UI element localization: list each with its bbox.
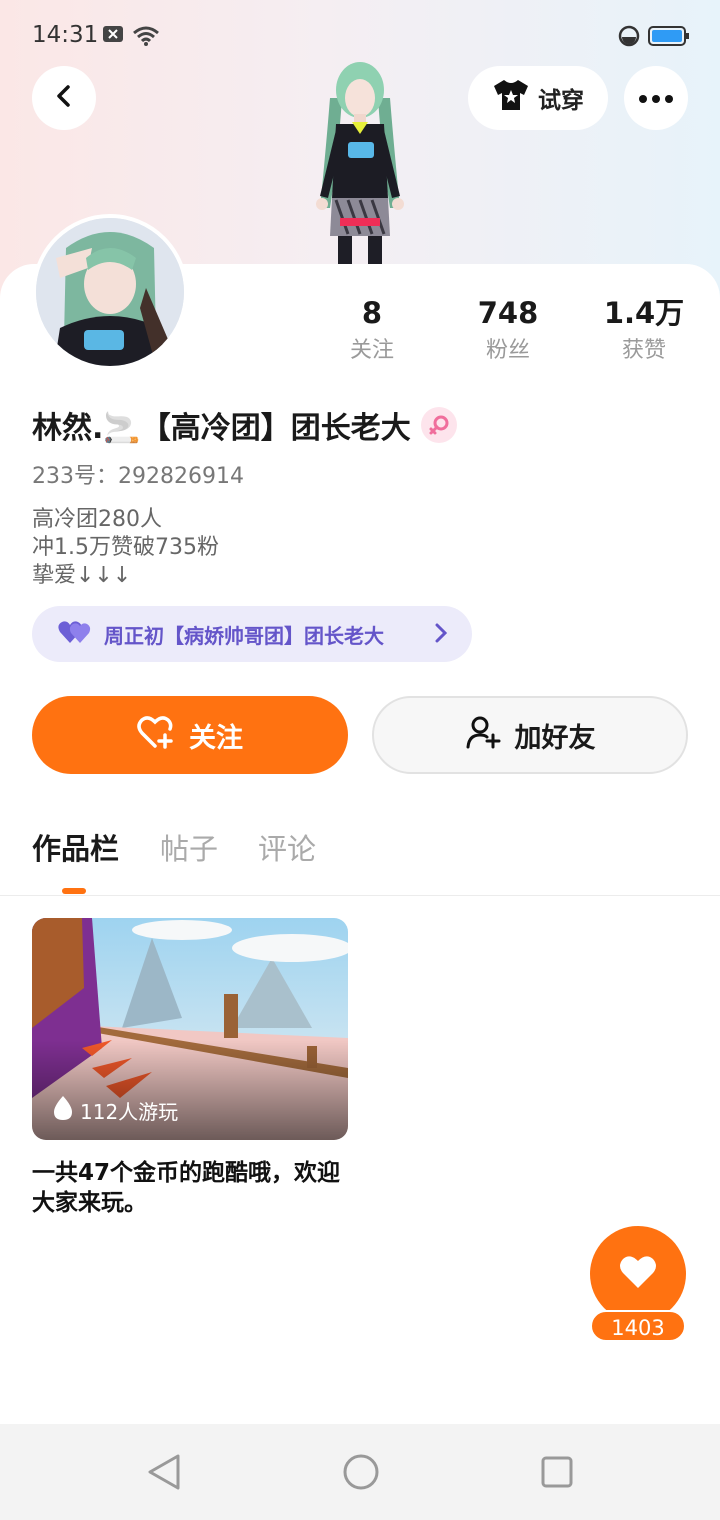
work-title: 一共47个金币的跑酷哦，欢迎大家来玩。 [32, 1160, 341, 1216]
profile-name: 林然.🚬【高冷团】团长老大 [32, 411, 411, 446]
soulmate-link[interactable]: 周正初【病娇帅哥团】团长老大 [32, 606, 472, 662]
stat-label: 粉丝 [485, 338, 530, 363]
follow-label: 关注 [189, 722, 243, 754]
nav-recents-icon[interactable] [540, 1452, 574, 1496]
back-button[interactable] [32, 66, 96, 130]
bio-line: 挚爱↓↓↓ [32, 563, 132, 588]
nav-back-icon[interactable] [146, 1452, 182, 1496]
try-on-label: 试穿 [538, 88, 584, 114]
female-gender-icon [420, 407, 457, 443]
soulmate-text: 周正初【病娇帅哥团】团长老大 [104, 623, 384, 648]
add-friend-button[interactable]: 加好友 [372, 696, 688, 774]
status-time: 14:31 [32, 22, 99, 48]
profile-stats: 8 关注 748 粉丝 1.4万 获赞 [0, 296, 720, 376]
tab-works[interactable]: 作品栏 [32, 826, 119, 868]
nav-home-icon[interactable] [342, 1452, 380, 1496]
content-tabs: 作品栏 帖子 评论 [0, 826, 720, 896]
tab-comments[interactable]: 评论 [258, 826, 316, 868]
play-count: 112人游玩 [52, 1095, 178, 1126]
stat-value: 8 [361, 296, 383, 330]
add-user-icon [465, 715, 501, 756]
work-thumbnail[interactable]: 112人游玩 [32, 918, 348, 1140]
stat-label: 获赞 [621, 338, 666, 363]
stat-value: 748 [477, 296, 539, 330]
notification-icon [102, 25, 124, 47]
bio: 高冷团280人 冲1.5万赞破735粉 挚爱↓↓↓ [32, 506, 219, 590]
tshirt-icon [492, 78, 530, 118]
user-id: 233号：292826914 [32, 464, 244, 489]
stat-following[interactable]: 8 关注 [312, 296, 432, 368]
wifi-icon [132, 25, 160, 51]
tab-posts[interactable]: 帖子 [160, 826, 218, 868]
battery-icon [648, 25, 690, 51]
stat-value: 1.4万 [603, 296, 685, 330]
heart-icon [618, 1254, 658, 1294]
heart-plus-icon [137, 715, 175, 756]
bio-line: 高冷团280人 [32, 507, 162, 532]
more-icon [638, 89, 674, 108]
bio-line: 冲1.5万赞破735粉 [32, 535, 219, 560]
add-friend-label: 加好友 [514, 722, 596, 754]
stat-likes[interactable]: 1.4万 获赞 [584, 296, 704, 368]
try-on-button[interactable]: 试穿 [468, 66, 608, 130]
stat-fans[interactable]: 748 粉丝 [448, 296, 568, 368]
twin-heart-icon [58, 619, 92, 649]
back-icon [52, 84, 76, 112]
play-count-text: 112人游玩 [80, 1100, 179, 1124]
data-saver-icon [618, 25, 640, 51]
flame-icon [52, 1095, 74, 1126]
chevron-right-icon [434, 622, 448, 648]
character-model[interactable] [290, 58, 430, 268]
like-count: 1403 [590, 1310, 686, 1342]
name-row: 林然.🚬【高冷团】团长老大 [32, 402, 457, 448]
work-card[interactable]: 112人游玩 一共47个金币的跑酷哦，欢迎大家来玩。 [32, 918, 348, 1218]
tab-indicator [62, 888, 86, 894]
follow-button[interactable]: 关注 [32, 696, 348, 774]
stat-label: 关注 [349, 338, 394, 363]
more-button[interactable] [624, 66, 688, 130]
system-nav-bar [0, 1424, 720, 1520]
like-button[interactable] [590, 1226, 686, 1322]
